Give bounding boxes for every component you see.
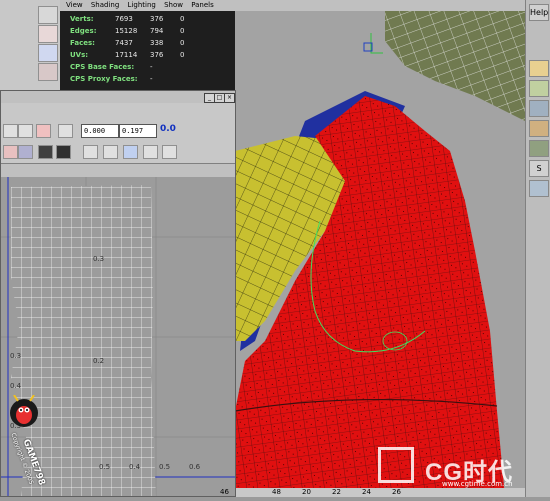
uv-coord-label: 0.5	[99, 463, 111, 471]
cycle-icon[interactable]	[123, 145, 138, 159]
rotate-tool-icon[interactable]	[38, 63, 58, 81]
paste-uv-icon[interactable]	[103, 145, 118, 159]
frame-label: 46	[220, 488, 229, 496]
menu-view[interactable]: View	[66, 1, 83, 9]
hud-row: CPS Proxy Faces: -	[70, 75, 153, 83]
shelf-button-icon[interactable]	[529, 80, 549, 97]
frame-label: 20	[302, 488, 311, 496]
grid-icon[interactable]	[3, 124, 18, 138]
isolate-icon[interactable]	[36, 124, 51, 138]
rotate-uv-icon[interactable]	[18, 145, 33, 159]
copy-uv-icon[interactable]	[83, 145, 98, 159]
frame-label: 22	[332, 488, 341, 496]
mesh-render	[234, 11, 525, 497]
flip-icon[interactable]	[3, 145, 18, 159]
close-icon[interactable]: ×	[224, 93, 235, 103]
menu-panels[interactable]: Panels	[191, 1, 214, 9]
percent-icon[interactable]	[162, 145, 177, 159]
uv-snapshot-icon[interactable]	[18, 124, 33, 138]
uv-coord-label: 0.5	[159, 463, 171, 471]
u-value-field[interactable]: 0.000	[81, 124, 119, 138]
uv-coord-label: 0.4	[129, 463, 141, 471]
uv-coord-label: 0.4	[10, 382, 22, 390]
shelf-button-icon[interactable]	[529, 100, 549, 117]
frame-label: 48	[272, 488, 281, 496]
status-value: 0.0	[160, 124, 176, 134]
frame-label: 26	[392, 488, 401, 496]
hud-row: Edges: 15128 794 0	[70, 27, 185, 35]
menu-shading[interactable]: Shading	[91, 1, 119, 9]
v-value-field[interactable]: 0.197	[119, 124, 157, 138]
uv-coord-label: 0.3	[10, 352, 22, 360]
hud-row: Verts: 7693 376 0	[70, 15, 185, 23]
shelf-button-icon[interactable]	[529, 60, 549, 77]
uv-toolbar: 0.000 0.197 0.0	[1, 103, 235, 164]
menu-show[interactable]: Show	[164, 1, 183, 9]
select-tool-icon[interactable]	[38, 6, 58, 24]
hud-row: UVs: 17114 376 0	[70, 51, 185, 59]
cgtime-logo-icon	[378, 447, 414, 483]
tool-strip	[0, 0, 61, 90]
shelf-button-icon[interactable]	[529, 180, 549, 197]
layout-icon[interactable]	[143, 145, 158, 159]
hud-row: Faces: 7437 338 0	[70, 39, 185, 47]
uv-coord-label: 0.2	[93, 357, 105, 365]
lasso-tool-icon[interactable]	[38, 25, 58, 43]
menu-lighting[interactable]: Lighting	[128, 1, 156, 9]
uv-coord-label: 0.3	[93, 255, 105, 263]
menu-help[interactable]: Help	[529, 4, 549, 21]
frame-label: 24	[362, 488, 371, 496]
cgtime-url: www.cgtime.com.cn	[442, 480, 513, 488]
shelf-button-icon[interactable]	[529, 140, 549, 157]
display-icon[interactable]	[56, 145, 71, 159]
shade-icon[interactable]	[38, 145, 53, 159]
texture-toggle-icon[interactable]	[58, 124, 73, 138]
hud-row: CPS Base Faces: -	[70, 63, 153, 71]
shelf-button-icon[interactable]: S	[529, 160, 549, 177]
hair-mesh	[385, 11, 525, 121]
window-title-bar: _ □ ×	[1, 91, 235, 103]
uv-coord-label: 0.6	[189, 463, 201, 471]
shelf-button-icon[interactable]	[529, 120, 549, 137]
move-tool-icon[interactable]	[38, 44, 58, 62]
time-slider[interactable]: 46 48 20 22 24 26	[220, 488, 525, 497]
3d-viewport[interactable]	[234, 11, 525, 497]
right-shelf: Help S	[525, 0, 550, 497]
